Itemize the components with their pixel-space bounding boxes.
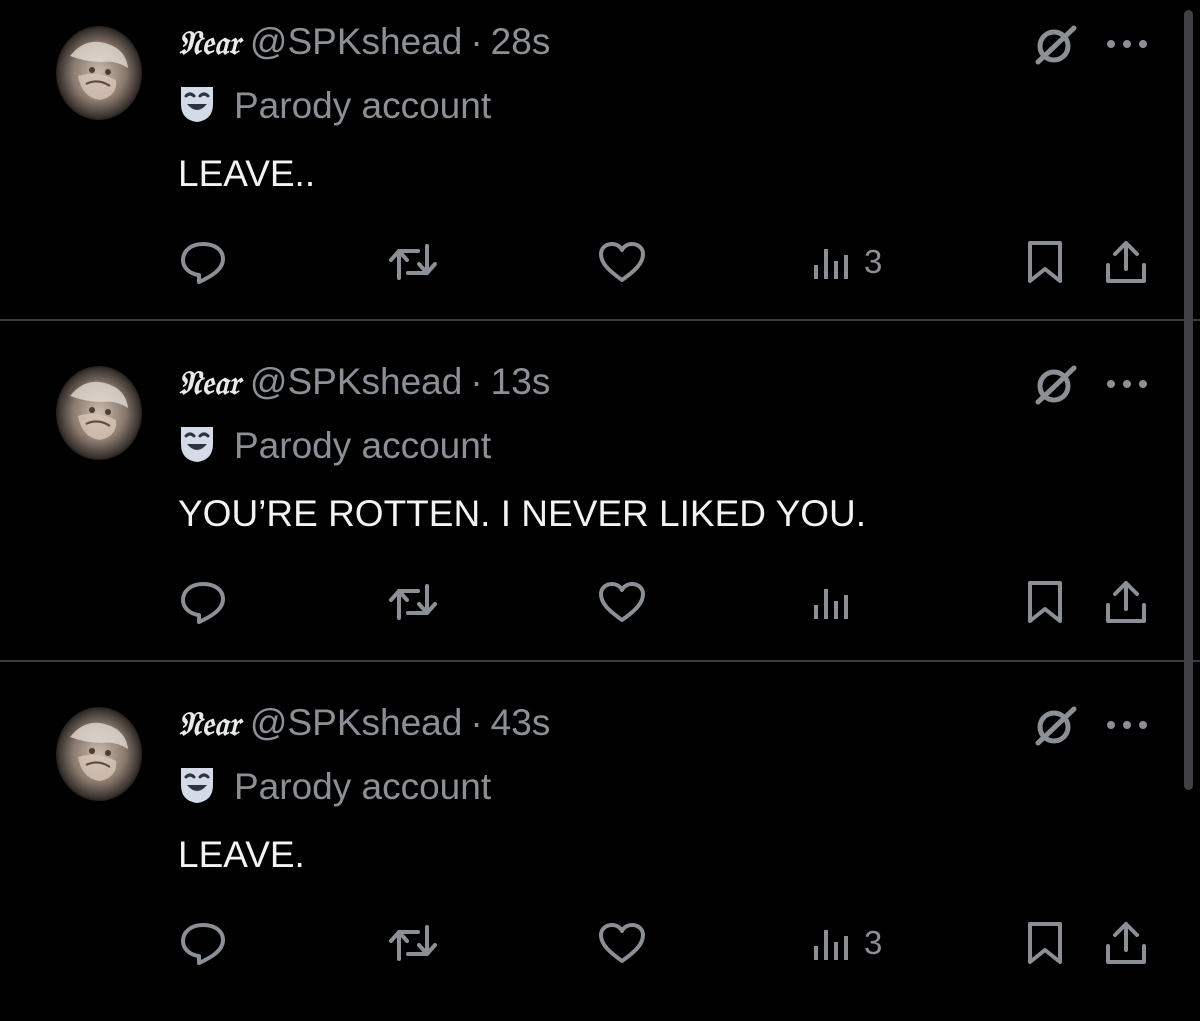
account-label: Parody account: [178, 422, 491, 470]
account-label: Parody account: [178, 763, 491, 811]
views-button[interactable]: 3: [812, 917, 882, 969]
user-handle[interactable]: @SPKshead: [250, 361, 462, 402]
account-label-text: Parody account: [234, 85, 492, 126]
display-name[interactable]: 𝔑𝔢𝔞𝔯: [178, 23, 240, 62]
views-button[interactable]: 3: [812, 236, 882, 288]
grok-icon[interactable]: [1030, 362, 1080, 408]
more-icon[interactable]: [1104, 36, 1150, 52]
views-icon: [814, 249, 848, 279]
views-button[interactable]: [812, 576, 864, 628]
share-icon: [1106, 922, 1146, 964]
views-icon: [814, 589, 848, 619]
scrollbar[interactable]: [1184, 10, 1193, 790]
like-button[interactable]: [598, 236, 646, 288]
views-icon: [814, 930, 848, 960]
retweet-button[interactable]: [388, 917, 438, 969]
tweet-actions: 3: [0, 236, 1200, 288]
grok-icon[interactable]: [1030, 22, 1080, 68]
account-label: Parody account: [178, 82, 491, 130]
share-button[interactable]: [1104, 917, 1148, 969]
reply-button[interactable]: [180, 576, 226, 628]
more-icon[interactable]: [1104, 376, 1150, 392]
retweet-button[interactable]: [388, 236, 438, 288]
tweet-header: 𝔑𝔢𝔞𝔯 @SPKshead · 28s: [178, 18, 550, 66]
more-icon[interactable]: [1104, 717, 1150, 733]
user-handle[interactable]: @SPKshead: [250, 702, 462, 743]
tweet-actions: 3: [0, 917, 1200, 969]
tweet-divider: [0, 319, 1200, 321]
grok-icon[interactable]: [1030, 703, 1080, 749]
bookmark-button[interactable]: [1026, 236, 1064, 288]
tweet-divider: [0, 660, 1200, 662]
heart-icon: [599, 923, 645, 963]
bookmark-icon: [1028, 581, 1062, 623]
views-count: 3: [864, 243, 883, 280]
tweet-text: LEAVE.: [178, 834, 305, 875]
share-button[interactable]: [1104, 236, 1148, 288]
tweet-text: YOU’RE ROTTEN. I NEVER LIKED YOU.: [178, 493, 867, 534]
reply-icon: [181, 582, 225, 624]
reply-button[interactable]: [180, 917, 226, 969]
tweet-timestamp[interactable]: 13s: [491, 361, 551, 402]
bookmark-button[interactable]: [1026, 576, 1064, 628]
heart-icon: [599, 242, 645, 282]
retweet-icon: [389, 244, 437, 280]
tweet[interactable]: 𝔑𝔢𝔞𝔯 @SPKshead · 28s Parody account LEAVE..: [0, 0, 1200, 340]
share-icon: [1106, 581, 1146, 623]
parody-mask-icon: [178, 84, 216, 124]
tweet-header: 𝔑𝔢𝔞𝔯 @SPKshead · 13s: [178, 358, 550, 406]
separator-dot: ·: [470, 21, 483, 62]
retweet-icon: [389, 584, 437, 620]
parody-mask-icon: [178, 765, 216, 805]
user-handle[interactable]: @SPKshead: [250, 21, 462, 62]
avatar[interactable]: [56, 366, 142, 460]
tweet-actions: [0, 576, 1200, 628]
tweet-timestamp[interactable]: 43s: [491, 702, 551, 743]
like-button[interactable]: [598, 576, 646, 628]
bookmark-icon: [1028, 922, 1062, 964]
heart-icon: [599, 582, 645, 622]
separator-dot: ·: [470, 361, 483, 402]
retweet-button[interactable]: [388, 576, 438, 628]
separator-dot: ·: [470, 702, 483, 743]
reply-icon: [181, 242, 225, 284]
reply-icon: [181, 923, 225, 965]
tweet[interactable]: 𝔑𝔢𝔞𝔯 @SPKshead · 13s Parody account YOU’RE …: [0, 340, 1200, 680]
parody-mask-icon: [178, 424, 216, 464]
retweet-icon: [389, 925, 437, 961]
tweet-text: LEAVE..: [178, 153, 316, 194]
timeline-feed: 𝔑𝔢𝔞𝔯 @SPKshead · 28s Parody account LEAVE..: [0, 0, 1200, 965]
share-button[interactable]: [1104, 576, 1148, 628]
share-icon: [1106, 241, 1146, 283]
views-count: 3: [864, 924, 883, 961]
avatar[interactable]: [56, 707, 142, 801]
tweet-timestamp[interactable]: 28s: [491, 21, 551, 62]
tweet[interactable]: 𝔑𝔢𝔞𝔯 @SPKshead · 43s Parody account LEAVE.: [0, 681, 1200, 1021]
account-label-text: Parody account: [234, 766, 492, 807]
avatar[interactable]: [56, 26, 142, 120]
bookmark-button[interactable]: [1026, 917, 1064, 969]
display-name[interactable]: 𝔑𝔢𝔞𝔯: [178, 704, 240, 743]
display-name[interactable]: 𝔑𝔢𝔞𝔯: [178, 363, 240, 402]
reply-button[interactable]: [180, 236, 226, 288]
tweet-header: 𝔑𝔢𝔞𝔯 @SPKshead · 43s: [178, 699, 550, 747]
account-label-text: Parody account: [234, 425, 492, 466]
bookmark-icon: [1028, 241, 1062, 283]
like-button[interactable]: [598, 917, 646, 969]
